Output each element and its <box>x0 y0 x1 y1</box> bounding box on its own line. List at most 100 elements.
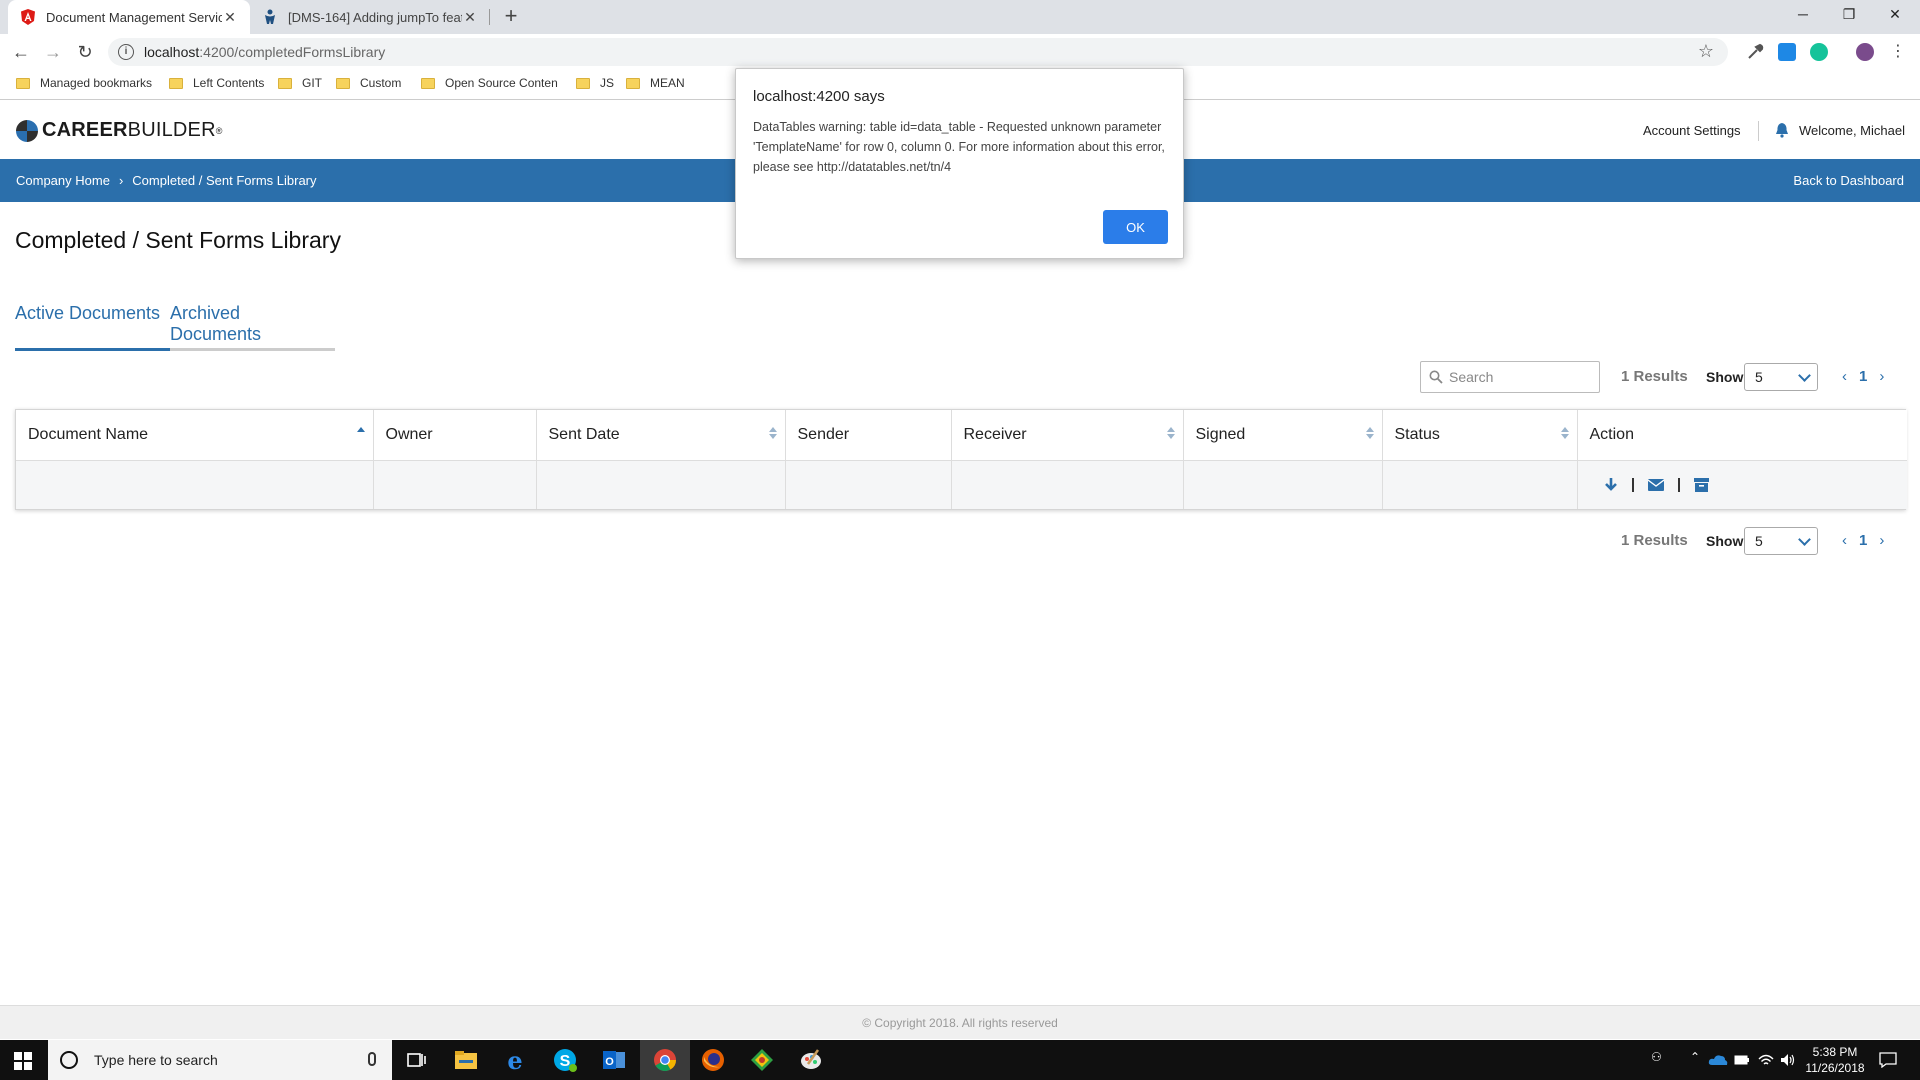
bookmark-custom[interactable]: Custom <box>336 76 401 90</box>
browser-tab-active[interactable]: Document Management Service ✕ <box>8 0 250 34</box>
col-sender: Sender <box>785 410 952 460</box>
cell-action <box>1577 459 1908 509</box>
forward-icon[interactable]: → <box>41 40 65 64</box>
people-icon[interactable]: ⚇ <box>1651 1050 1662 1064</box>
task-view-icon[interactable] <box>403 1047 429 1073</box>
browser-tab[interactable]: [DMS-164] Adding jumpTo featu ✕ <box>250 0 490 34</box>
folder-icon <box>576 77 590 89</box>
next-page-icon[interactable]: › <box>1879 368 1884 385</box>
address-bar[interactable]: i localhost:4200/completedFormsLibrary ☆ <box>108 38 1728 66</box>
wifi-icon[interactable] <box>1758 1053 1774 1067</box>
folder-icon <box>16 77 30 89</box>
action-divider <box>1631 477 1634 492</box>
cortana-icon <box>60 1051 78 1069</box>
svg-text:O: O <box>605 1056 614 1068</box>
bookmark-git[interactable]: GIT <box>278 76 322 90</box>
git-kraken-icon[interactable] <box>749 1047 775 1073</box>
bookmark-managed[interactable]: Managed bookmarks <box>16 76 152 90</box>
close-window-button[interactable]: ✕ <box>1872 0 1918 30</box>
menu-icon[interactable]: ⋮ <box>1886 40 1910 64</box>
windows-start-icon[interactable] <box>14 1052 32 1070</box>
account-settings-link[interactable]: Account Settings <box>1643 123 1741 138</box>
results-count: 1 Results <box>1621 368 1688 385</box>
page-size-select[interactable]: 5 <box>1744 527 1818 555</box>
col-document-name[interactable]: Document Name <box>16 410 374 460</box>
firefox-icon[interactable] <box>700 1047 726 1073</box>
documents-table: Document Name Owner Sent Date Sender Rec… <box>15 409 1908 510</box>
show-label: Show <box>1706 369 1744 385</box>
jira-icon <box>265 9 275 24</box>
new-tab-button[interactable]: + <box>498 4 524 30</box>
archive-icon[interactable] <box>1693 477 1709 492</box>
prev-page-icon[interactable]: ‹ <box>1842 368 1847 385</box>
next-page-icon[interactable]: › <box>1879 532 1884 549</box>
careerbuilder-logo[interactable]: CAREER BUILDER ® <box>16 119 223 142</box>
bookmark-open-source[interactable]: Open Source Conten <box>421 76 558 90</box>
page-size-select[interactable]: 5 <box>1744 363 1818 391</box>
prev-page-icon[interactable]: ‹ <box>1842 532 1847 549</box>
file-explorer-icon[interactable] <box>453 1047 479 1073</box>
grammarly-icon[interactable] <box>1810 43 1828 61</box>
sort-icon <box>768 427 777 441</box>
tab-active-documents[interactable]: Active Documents <box>15 303 160 324</box>
cell-signed <box>1183 459 1383 509</box>
email-icon[interactable] <box>1647 478 1664 491</box>
browser-toolbar: ← → ↻ i localhost:4200/completedFormsLib… <box>0 34 1920 70</box>
search-input[interactable]: Search <box>1420 361 1600 393</box>
bell-icon[interactable] <box>1775 122 1789 138</box>
back-to-dashboard-link[interactable]: Back to Dashboard <box>1793 173 1904 188</box>
volume-icon[interactable] <box>1780 1053 1796 1067</box>
taskbar-search-input[interactable]: Type here to search <box>48 1040 392 1080</box>
paint-icon[interactable] <box>798 1047 824 1073</box>
restore-button[interactable]: ❐ <box>1826 0 1872 30</box>
chevron-up-icon[interactable]: ⌃ <box>1690 1050 1700 1064</box>
table-controls-bottom: 1 Results Show 5 ‹ 1 › <box>0 525 1920 557</box>
info-icon[interactable]: i <box>118 44 134 60</box>
page-number[interactable]: 1 <box>1859 532 1867 549</box>
download-icon[interactable] <box>1604 477 1618 493</box>
battery-icon[interactable] <box>1734 1054 1750 1066</box>
bookmark-mean[interactable]: MEAN <box>626 76 685 90</box>
row-actions <box>1590 477 1908 493</box>
bookmark-left-contents[interactable]: Left Contents <box>169 76 264 90</box>
action-center-icon[interactable] <box>1879 1052 1897 1068</box>
breadcrumb-home-link[interactable]: Company Home <box>16 173 110 188</box>
results-count: 1 Results <box>1621 532 1688 549</box>
tab-archived-documents[interactable]: Archived Documents <box>170 303 335 345</box>
url-path: :4200/completedFormsLibrary <box>199 44 386 60</box>
col-action: Action <box>1577 410 1907 460</box>
eyedropper-icon[interactable] <box>1746 43 1764 61</box>
skype-icon[interactable]: S <box>552 1047 578 1073</box>
back-icon[interactable]: ← <box>9 40 33 64</box>
bookmark-star-icon[interactable]: ☆ <box>1698 41 1714 62</box>
logo-mark-icon <box>16 119 38 142</box>
tab-separator <box>489 9 490 25</box>
extension-icon[interactable] <box>1778 43 1796 61</box>
col-receiver[interactable]: Receiver <box>951 410 1184 460</box>
onedrive-icon[interactable] <box>1708 1053 1728 1065</box>
ok-button[interactable]: OK <box>1103 210 1168 244</box>
col-sent-date[interactable]: Sent Date <box>536 410 786 460</box>
col-signed[interactable]: Signed <box>1183 410 1383 460</box>
microphone-icon[interactable] <box>368 1052 376 1066</box>
edge-icon[interactable]: e <box>502 1047 528 1073</box>
outlook-icon[interactable]: O <box>601 1047 627 1073</box>
sort-icon <box>1365 427 1374 441</box>
clock[interactable]: 5:38 PM 11/26/2018 <box>1800 1044 1870 1076</box>
profile-avatar[interactable] <box>1856 43 1874 61</box>
page-number[interactable]: 1 <box>1859 368 1867 385</box>
welcome-text[interactable]: Welcome, Michael <box>1799 123 1905 138</box>
close-tab-icon[interactable]: ✕ <box>222 9 238 26</box>
angular-icon <box>21 9 35 25</box>
close-tab-icon[interactable]: ✕ <box>462 9 478 26</box>
bookmark-js[interactable]: JS <box>576 76 614 90</box>
taskbar-search-placeholder: Type here to search <box>94 1052 218 1068</box>
cell-sent-date <box>536 459 786 509</box>
header-divider <box>1758 121 1759 141</box>
tabs-underline <box>15 348 335 351</box>
table-controls-top: Search 1 Results Show 5 ‹ 1 › <box>0 361 1920 393</box>
minimize-button[interactable]: ─ <box>1780 0 1826 30</box>
col-status[interactable]: Status <box>1382 410 1578 460</box>
chrome-icon[interactable] <box>652 1047 678 1073</box>
reload-icon[interactable]: ↻ <box>73 40 97 64</box>
